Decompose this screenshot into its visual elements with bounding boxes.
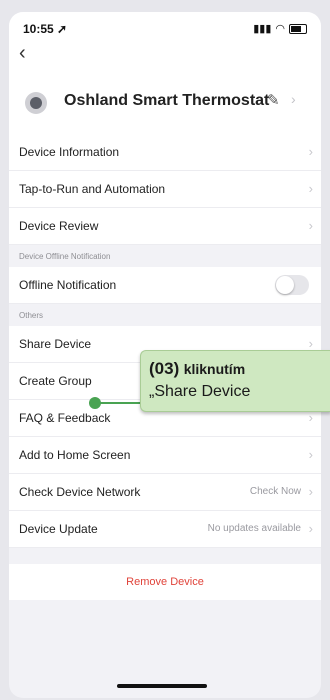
row-tap-to-run[interactable]: Tap-to-Run and Automation › (9, 171, 321, 208)
row-device-review[interactable]: Device Review › (9, 208, 321, 245)
chevron-right-icon: › (291, 91, 296, 107)
location-arrow-icon: ➚ (57, 22, 68, 36)
signal-icon: ▮▮▮ (253, 23, 272, 35)
status-bar: 10:55 ➚ ▮▮▮ ◠ (9, 12, 321, 42)
row-label: Check Device Network (19, 485, 141, 499)
row-value: No updates available (207, 523, 301, 534)
section-title: Device Offline Notification (19, 252, 111, 261)
wifi-icon: ◠ (275, 23, 285, 35)
callout-line-1: (03) kliknutím (149, 359, 245, 379)
row-device-information[interactable]: Device Information › (9, 134, 321, 171)
remove-device-label: Remove Device (126, 576, 204, 588)
chevron-right-icon: › (308, 447, 313, 462)
status-icons: ▮▮▮ ◠ (253, 22, 307, 35)
row-label: Create Group (19, 374, 92, 388)
thermostat-icon (25, 92, 47, 114)
row-add-to-home-screen[interactable]: Add to Home Screen › (9, 437, 321, 474)
row-label: Device Review (19, 219, 99, 233)
nav-bar: ‹ (9, 42, 321, 72)
row-check-device-network[interactable]: Check Device Network Check Now › (9, 474, 321, 511)
row-label: Share Device (19, 337, 92, 351)
section-gap (9, 548, 321, 564)
callout-pointer-dot (89, 397, 101, 409)
chevron-left-icon: ‹ (19, 42, 26, 64)
chevron-right-icon: › (308, 484, 313, 499)
row-label: Device Information (19, 145, 120, 159)
row-label: Offline Notification (19, 278, 117, 292)
home-indicator (117, 684, 207, 688)
chevron-right-icon: › (308, 336, 313, 351)
status-time: 10:55 ➚ (23, 22, 68, 36)
callout-text: kliknutím (183, 361, 246, 377)
offline-notification-toggle[interactable] (275, 275, 309, 295)
annotation-callout: (03) kliknutím „Share Device (140, 350, 330, 412)
row-label: Add to Home Screen (19, 448, 131, 462)
device-name: Oshland Smart Thermostat (64, 92, 270, 109)
chevron-right-icon: › (308, 181, 313, 196)
row-label: Device Update (19, 522, 98, 536)
callout-line-2: „Share Device (149, 383, 251, 400)
chevron-right-icon: › (308, 521, 313, 536)
section-title: Others (19, 311, 44, 320)
callout-pointer-line (99, 402, 140, 404)
chevron-right-icon: › (308, 218, 313, 233)
callout-step-number: (03) (149, 359, 180, 378)
row-value: Check Now (249, 486, 301, 497)
chevron-right-icon: › (308, 144, 313, 159)
chevron-right-icon: › (308, 410, 313, 425)
battery-icon (289, 23, 307, 34)
row-label: FAQ & Feedback (19, 411, 111, 425)
remove-device-button[interactable]: Remove Device (9, 564, 321, 600)
back-button[interactable]: ‹ (19, 42, 26, 65)
device-header[interactable]: Oshland Smart Thermostat ✎ › (9, 72, 321, 135)
edit-pencil-icon[interactable]: ✎ (267, 91, 280, 109)
section-header-others: Others (9, 304, 321, 326)
row-offline-notification: Offline Notification (9, 267, 321, 304)
row-device-update[interactable]: Device Update No updates available › (9, 511, 321, 548)
row-label: Tap-to-Run and Automation (19, 182, 166, 196)
section-header-offline: Device Offline Notification (9, 245, 321, 267)
